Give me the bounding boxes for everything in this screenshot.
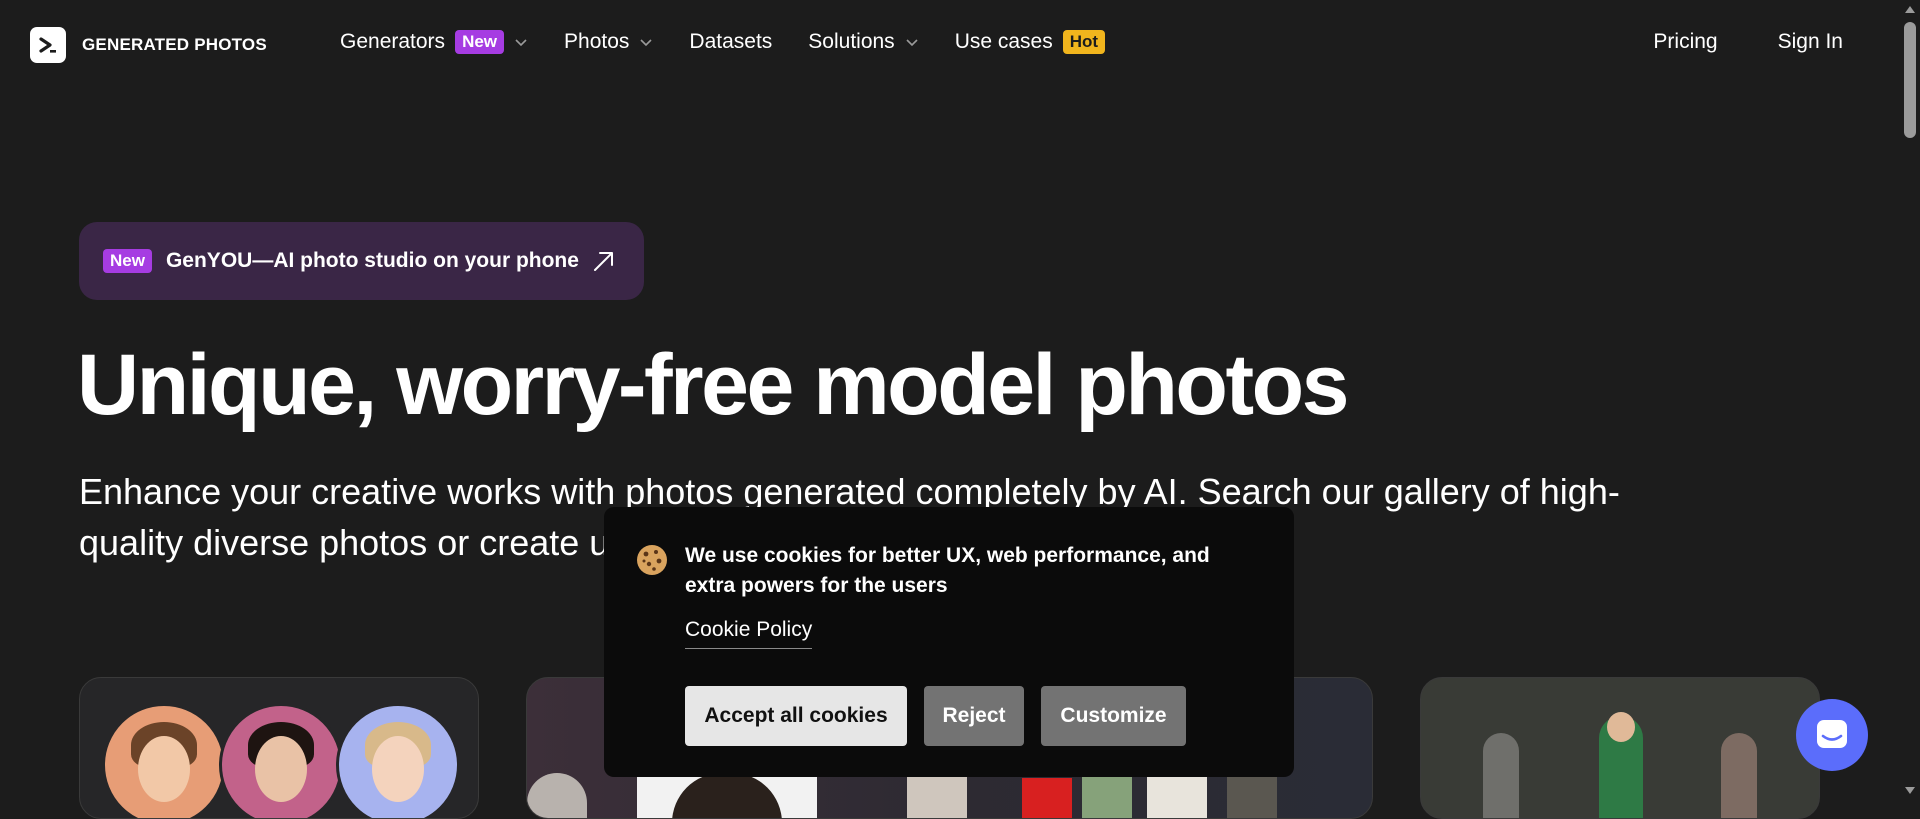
scroll-up-arrow[interactable] <box>1905 6 1915 13</box>
sign-in-link[interactable]: Sign In <box>1778 30 1843 54</box>
top-navigation: GENERATED PHOTOS Generators New Photos D… <box>0 0 1900 88</box>
model-photo <box>1082 773 1132 818</box>
avatar-photo <box>336 703 460 818</box>
pricing-link[interactable]: Pricing <box>1653 30 1717 54</box>
new-badge: New <box>455 30 505 54</box>
cookie-message: We use cookies for better UX, web perfor… <box>685 544 1210 597</box>
cookie-icon <box>637 545 667 575</box>
hero-title: Unique, worry-free model photos <box>77 337 1349 433</box>
arrow-up-right-icon <box>594 252 613 271</box>
page-scrollbar[interactable] <box>1900 0 1920 800</box>
hot-badge: Hot <box>1062 30 1106 54</box>
model-photo <box>1483 733 1519 818</box>
nav-use-cases[interactable]: Use cases Hot <box>954 30 1106 54</box>
scroll-thumb[interactable] <box>1904 22 1916 138</box>
model-photo <box>527 773 587 818</box>
promo-text: GenYOU—AI photo studio on your phone <box>165 249 579 272</box>
model-photo <box>1022 778 1072 818</box>
chat-icon <box>1817 720 1847 748</box>
model-photo <box>1227 773 1277 818</box>
nav-photos-label: Photos <box>564 30 630 53</box>
model-photo <box>1721 733 1757 818</box>
scroll-down-arrow[interactable] <box>1905 787 1915 794</box>
chat-button[interactable] <box>1796 699 1868 771</box>
customize-cookies-button[interactable]: Customize <box>1041 686 1186 746</box>
genyou-promo-banner[interactable]: New GenYOU—AI photo studio on your phone <box>79 222 644 300</box>
new-badge: New <box>103 249 152 273</box>
nav-use-cases-label: Use cases <box>954 30 1053 53</box>
model-photo <box>1147 773 1207 818</box>
chevron-down-icon <box>640 39 652 47</box>
faces-card[interactable] <box>79 677 479 819</box>
logo-text: GENERATED PHOTOS <box>82 35 267 54</box>
nav-generators[interactable]: Generators New <box>340 30 528 54</box>
model-photo <box>1607 712 1635 742</box>
accept-cookies-button[interactable]: Accept all cookies <box>685 686 907 746</box>
nav-datasets-label: Datasets <box>689 30 773 53</box>
nav-solutions[interactable]: Solutions <box>808 30 918 54</box>
nav-generators-label: Generators <box>340 30 446 53</box>
reject-cookies-button[interactable]: Reject <box>924 686 1024 746</box>
nav-photos[interactable]: Photos <box>564 30 653 54</box>
full-body-card[interactable] <box>1420 677 1820 819</box>
avatar-photo <box>219 703 343 818</box>
logo[interactable]: GENERATED PHOTOS <box>30 27 267 63</box>
cookie-policy-link[interactable]: Cookie Policy <box>685 618 813 649</box>
nav-datasets[interactable]: Datasets <box>689 30 772 54</box>
avatar-photo <box>102 703 226 818</box>
model-photo <box>907 773 967 818</box>
cookie-banner: We use cookies for better UX, web perfor… <box>604 507 1294 777</box>
nav-right: Pricing Sign In <box>1653 30 1843 54</box>
nav-solutions-label: Solutions <box>808 30 895 53</box>
main-nav: Generators New Photos Datasets Solutions… <box>340 30 1141 54</box>
chevron-down-icon <box>515 39 527 47</box>
logo-chevron-icon <box>30 27 66 63</box>
chevron-down-icon <box>906 39 918 47</box>
